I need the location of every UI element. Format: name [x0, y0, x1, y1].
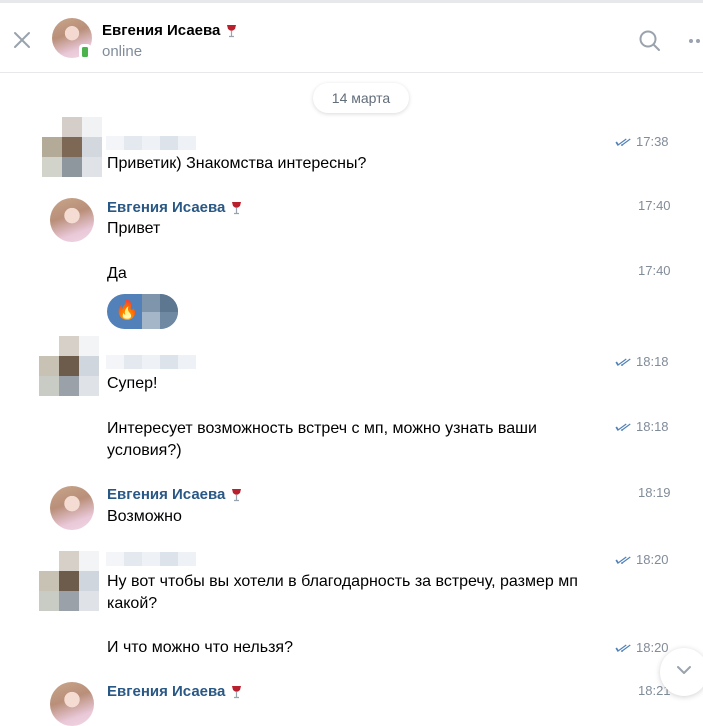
- message-text: Ну вот чтобы вы хотели в благодарность з…: [107, 573, 578, 612]
- message-time: 18:20: [614, 640, 669, 655]
- avatar[interactable]: [42, 117, 102, 177]
- read-check-icon: [615, 555, 631, 564]
- sender-name-text: Евгения Исаева: [107, 199, 226, 216]
- time-text: 18:19: [638, 485, 671, 500]
- message-time: 18:18: [614, 419, 669, 434]
- wine-glass-icon: [232, 201, 242, 214]
- chevron-down-icon: [677, 666, 691, 674]
- mobile-online-icon: [79, 44, 91, 59]
- fire-icon: 🔥: [115, 300, 139, 321]
- wine-glass-icon: [232, 685, 242, 698]
- message-time: 17:38: [614, 134, 669, 149]
- sender-name[interactable]: Евгения Исаева: [107, 199, 242, 216]
- time-text: 17:40: [638, 263, 671, 278]
- avatar[interactable]: [50, 486, 94, 530]
- read-check-icon: [615, 137, 631, 146]
- chat-title[interactable]: Евгения Исаева: [102, 22, 237, 39]
- avatar[interactable]: [50, 198, 94, 242]
- sticker-message[interactable]: 🔥: [107, 294, 178, 329]
- status-text: online: [102, 43, 143, 60]
- scroll-down-button[interactable]: [660, 648, 703, 696]
- message-text: И что можно что нельзя?: [107, 639, 293, 656]
- blurred-image: [142, 294, 178, 329]
- message-text: Да: [107, 265, 127, 282]
- time-text: 17:40: [638, 198, 671, 213]
- sender-name-text: Евгения Исаева: [107, 683, 226, 700]
- avatar[interactable]: [39, 551, 99, 611]
- avatar[interactable]: [50, 682, 94, 726]
- message-time: 17:40: [638, 263, 671, 278]
- sender-name-blurred: [106, 552, 196, 566]
- time-text: 18:18: [636, 354, 669, 369]
- close-icon[interactable]: [12, 30, 32, 50]
- message-time: 17:40: [638, 198, 671, 213]
- message-time: 18:19: [638, 485, 671, 500]
- read-check-icon: [615, 357, 631, 366]
- read-check-icon: [615, 643, 631, 652]
- chat-header: Евгения Исаева online: [0, 0, 703, 73]
- message-text: Возможно: [107, 508, 182, 525]
- message-time: 18:18: [614, 354, 669, 369]
- chat-title-text: Евгения Исаева: [102, 22, 221, 39]
- time-text: 18:20: [636, 640, 669, 655]
- wine-glass-icon: [232, 488, 242, 501]
- message-text: Привет: [107, 220, 161, 237]
- message-text: Супер!: [107, 375, 158, 392]
- search-icon[interactable]: [638, 29, 662, 53]
- wine-glass-icon: [227, 24, 237, 37]
- avatar[interactable]: [39, 336, 99, 396]
- time-text: 18:18: [636, 419, 669, 434]
- sender-name[interactable]: Евгения Исаева: [107, 486, 242, 503]
- read-check-icon: [615, 422, 631, 431]
- date-separator: 14 марта: [313, 83, 409, 113]
- time-text: 18:20: [636, 552, 669, 567]
- time-text: 17:38: [636, 134, 669, 149]
- sender-name[interactable]: Евгения Исаева: [107, 683, 242, 700]
- message-time: 18:20: [614, 552, 669, 567]
- avatar[interactable]: [52, 18, 92, 59]
- sender-name-text: Евгения Исаева: [107, 486, 226, 503]
- message-text: Приветик) Знакомства интересны?: [107, 155, 367, 172]
- sender-name-blurred: [106, 355, 196, 369]
- sender-name-blurred: [106, 136, 196, 150]
- message-text: Интересует возможность встреч с мп, можн…: [107, 420, 537, 459]
- more-icon[interactable]: [688, 37, 703, 45]
